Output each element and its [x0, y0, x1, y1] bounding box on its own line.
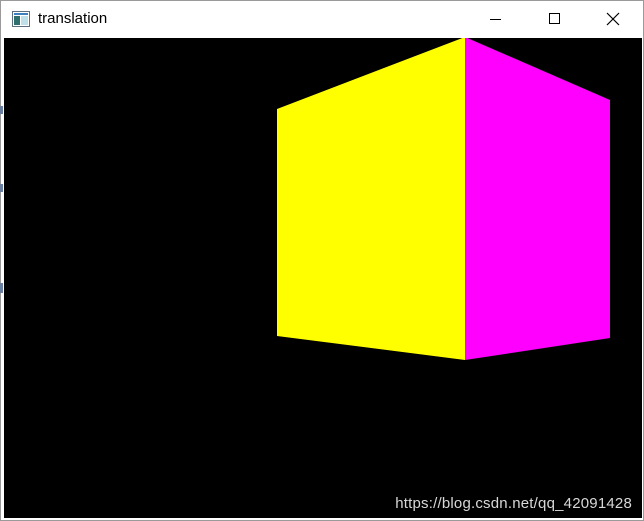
minimize-button[interactable] — [472, 1, 518, 38]
cube-face-front — [277, 38, 465, 360]
title-bar[interactable]: translation — [1, 1, 643, 38]
app-window: translation https://blog.csdn.net/qq_420… — [0, 0, 644, 521]
window-title: translation — [38, 10, 108, 27]
app-window-icon — [12, 11, 30, 27]
maximize-button[interactable] — [531, 1, 577, 38]
cube-scene — [277, 38, 610, 360]
render-viewport[interactable]: https://blog.csdn.net/qq_42091428 — [4, 38, 642, 518]
desktop-edge-mark — [0, 106, 3, 114]
desktop-edge-mark — [0, 184, 3, 192]
cube-face-side — [465, 38, 610, 360]
close-button[interactable] — [590, 1, 636, 38]
close-icon — [606, 12, 620, 26]
desktop-edge-mark — [0, 283, 3, 293]
watermark-text: https://blog.csdn.net/qq_42091428 — [395, 495, 632, 512]
maximize-icon — [549, 13, 560, 24]
